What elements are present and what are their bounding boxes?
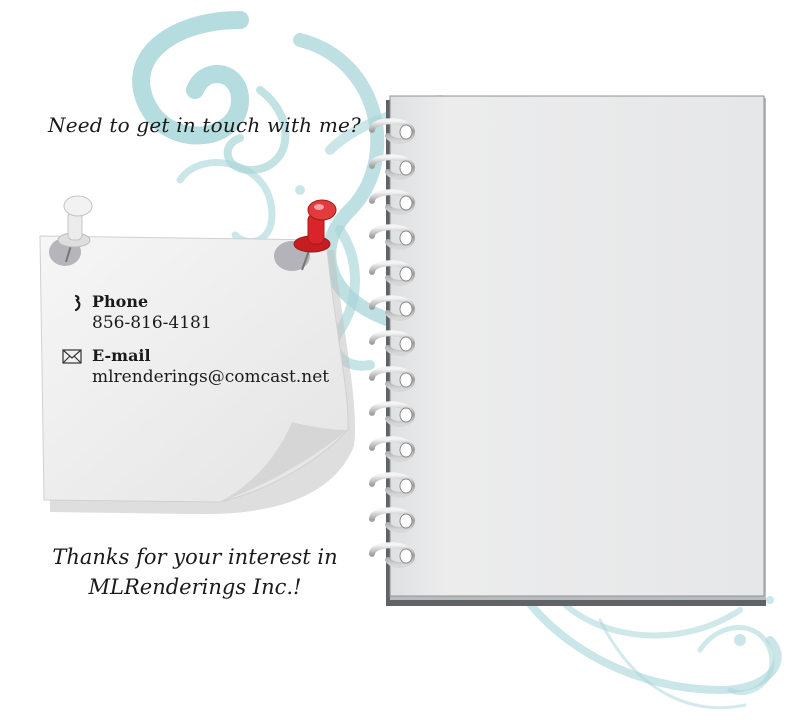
email-label: E-mail xyxy=(92,346,151,365)
thanks-message: Thanks for your interest in MLRenderings… xyxy=(40,542,350,602)
envelope-icon xyxy=(62,349,82,364)
contact-headline: Need to get in touch with me? xyxy=(48,113,361,137)
red-pushpin-icon xyxy=(293,199,337,271)
phone-icon xyxy=(74,294,81,312)
email-row: E-mail mlrenderings@comcast.net xyxy=(60,346,340,388)
spiral-notebook xyxy=(369,95,766,606)
thanks-line-1: Thanks for your interest in xyxy=(52,545,338,569)
phone-label: Phone xyxy=(92,292,149,311)
thanks-line-2: MLRenderings Inc.! xyxy=(88,575,302,599)
email-address[interactable]: mlrenderings@comcast.net xyxy=(92,366,340,388)
contact-details: Phone 856-816-4181 E-mail mlrenderings@c… xyxy=(60,292,340,400)
white-pushpin-icon xyxy=(57,195,93,263)
phone-number[interactable]: 856-816-4181 xyxy=(92,312,340,334)
phone-row: Phone 856-816-4181 xyxy=(60,292,340,334)
